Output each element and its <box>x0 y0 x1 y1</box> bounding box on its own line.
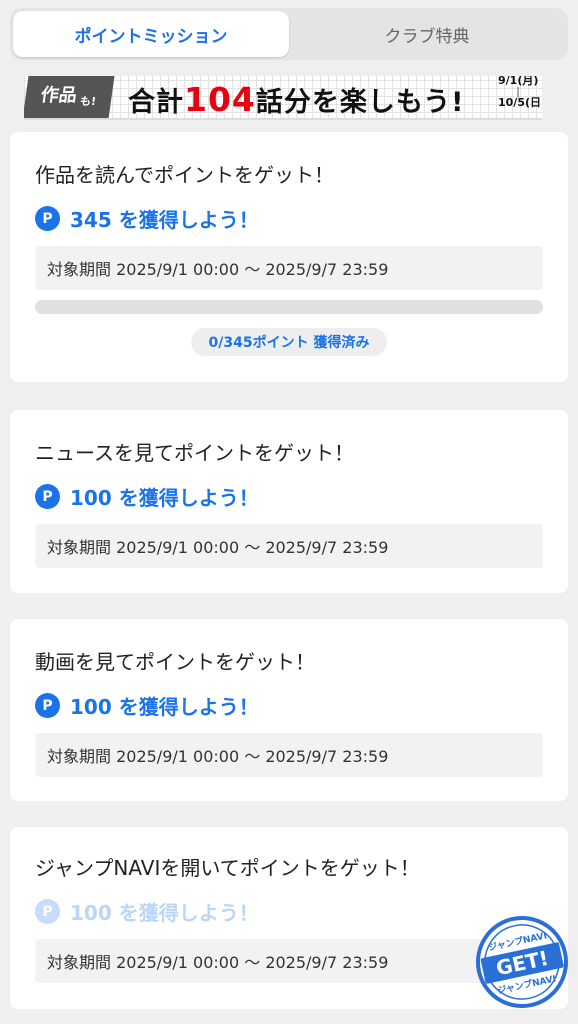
mission-reward: P 100 を獲得しよう！ <box>35 482 543 511</box>
mission-period: 対象期間 2025/9/1 00:00 〜 2025/9/7 23:59 <box>35 524 543 568</box>
mission-card-news: ニュースを見てポイントをゲット！ P 100 を獲得しよう！ 対象期間 2025… <box>10 410 568 593</box>
mission-period: 対象期間 2025/9/1 00:00 〜 2025/9/7 23:59 <box>35 939 543 983</box>
banner-headline-prefix: 合計 <box>128 87 184 118</box>
tab-point-mission[interactable]: ポイントミッション <box>13 11 289 57</box>
mission-reward-text: 345 を獲得しよう！ <box>70 208 259 232</box>
point-icon: P <box>35 206 60 231</box>
mission-reward: P 100 を獲得しよう！ <box>35 691 543 720</box>
banner-headline: 合計104話分を楽しもう! <box>128 80 465 119</box>
banner-headline-number: 104 <box>184 80 256 119</box>
mission-period: 対象期間 2025/9/1 00:00 〜 2025/9/7 23:59 <box>35 246 543 290</box>
point-icon: P <box>35 899 60 924</box>
get-stamp-icon[interactable]: GET! ジャンプNAVI ジャンプNAVI <box>474 914 570 1010</box>
mission-reward-text: 100 を獲得しよう！ <box>70 695 259 719</box>
mission-reward: P 345 を獲得しよう！ <box>35 204 543 233</box>
mission-progress-label: 0/345ポイント 獲得済み <box>190 328 388 356</box>
point-icon: P <box>35 484 60 509</box>
mission-title: ジャンプNAVIを開いてポイントをゲット！ <box>35 856 420 880</box>
banner-top-cover <box>10 66 568 76</box>
tab-club-benefits[interactable]: クラブ特典 <box>289 11 565 57</box>
banner-dates: 9/1(月) | 10/5(日) <box>498 74 542 109</box>
segmented-tabs: ポイントミッション クラブ特典 <box>10 8 568 60</box>
mission-title: 作品を読んでポイントをゲット！ <box>35 163 334 187</box>
mission-reward: P 100 を獲得しよう！ <box>35 897 543 926</box>
mission-reward-text: 100 を獲得しよう！ <box>70 486 259 510</box>
point-icon: P <box>35 693 60 718</box>
campaign-banner[interactable]: 作品 も! 合計104話分を楽しもう! 9/1(月) | 10/5(日) <box>24 72 542 120</box>
mission-period: 対象期間 2025/9/1 00:00 〜 2025/9/7 23:59 <box>35 733 543 777</box>
banner-date-separator: | <box>515 85 521 98</box>
mission-title: ニュースを見てポイントをゲット！ <box>35 441 354 465</box>
mission-title: 動画を見てポイントをゲット！ <box>35 650 315 674</box>
banner-badge-main: 作品 <box>39 85 79 106</box>
banner-headline-suffix: 話分を楽しもう! <box>255 87 465 118</box>
mission-progress-bar <box>35 300 543 314</box>
mission-reward-text: 100 を獲得しよう！ <box>70 901 259 925</box>
banner-badge-sub: も! <box>79 95 97 108</box>
banner-badge: 作品 も! <box>24 72 116 118</box>
mission-card-read: 作品を読んでポイントをゲット！ P 345 を獲得しよう！ 対象期間 2025/… <box>10 132 568 382</box>
mission-card-video: 動画を見てポイントをゲット！ P 100 を獲得しよう！ 対象期間 2025/9… <box>10 619 568 801</box>
banner-date-end: 10/5(日) <box>498 96 542 109</box>
